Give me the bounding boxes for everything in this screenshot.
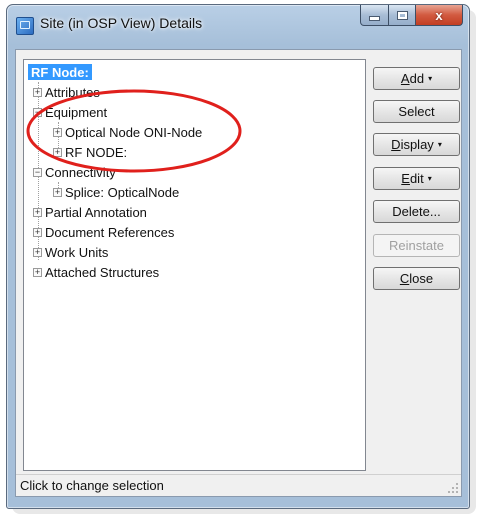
select-button[interactable]: Select [373, 100, 460, 123]
expand-icon[interactable]: + [53, 147, 62, 157]
dropdown-caret-icon: ▾ [428, 74, 433, 83]
collapse-icon[interactable]: − [33, 107, 42, 117]
tree-item-document-references[interactable]: + Document References [33, 224, 174, 240]
close-button[interactable]: Close [373, 267, 460, 290]
delete-button[interactable]: Delete... [373, 200, 460, 223]
close-icon: x [435, 7, 443, 23]
expand-icon[interactable]: + [33, 267, 42, 277]
tree-item-label: Attributes [45, 84, 100, 100]
dropdown-caret-icon: ▾ [427, 174, 432, 183]
tree-item-work-units[interactable]: + Work Units [33, 244, 108, 260]
tree-item-attached-structures[interactable]: + Attached Structures [33, 264, 159, 280]
expand-icon[interactable]: + [33, 87, 42, 97]
maximize-icon [396, 10, 408, 20]
tree-item-label: Connectivity [45, 164, 116, 180]
expand-icon[interactable]: + [33, 207, 42, 217]
collapse-icon[interactable]: − [33, 167, 42, 177]
minimize-icon [369, 15, 380, 21]
edit-button-label: Edit [401, 171, 424, 186]
close-button-label: Close [399, 271, 434, 286]
display-button[interactable]: Display ▾ [373, 133, 460, 156]
tree-item-splice[interactable]: + Splice: OpticalNode [53, 184, 179, 200]
tree-item-label: Splice: OpticalNode [65, 184, 180, 200]
add-button-label: Add [400, 71, 425, 86]
add-button[interactable]: Add ▾ [373, 67, 460, 90]
minimize-button[interactable] [360, 5, 389, 26]
maximize-button[interactable] [389, 5, 416, 26]
tree-item-partial-annotation[interactable]: + Partial Annotation [33, 204, 147, 220]
tree-item-rf-node[interactable]: + RF NODE: [53, 144, 127, 160]
app-icon[interactable] [16, 17, 34, 35]
resize-grip-icon[interactable] [447, 482, 459, 494]
dialog-window: Site (in OSP View) Details x RF Node: + [6, 4, 470, 509]
tree-item-connectivity[interactable]: − Connectivity [33, 164, 116, 180]
tree-item-attributes[interactable]: + Attributes [33, 84, 100, 100]
tree-item-label: Equipment [45, 104, 108, 120]
reinstate-button[interactable]: Reinstate [373, 234, 460, 257]
select-button-label: Select [398, 104, 435, 119]
dialog-client-area: RF Node: + Attributes − Equipment + Opti… [15, 49, 462, 497]
tree-item-label: Document References [45, 224, 175, 240]
tree-root-label: RF Node: [28, 64, 92, 80]
tree-view[interactable]: RF Node: + Attributes − Equipment + Opti… [23, 59, 366, 471]
display-button-label: Display [391, 137, 434, 152]
edit-button[interactable]: Edit ▾ [373, 167, 460, 190]
delete-button-label: Delete... [392, 204, 441, 219]
dropdown-caret-icon: ▾ [437, 140, 442, 149]
title-bar[interactable]: Site (in OSP View) Details x [7, 5, 469, 49]
reinstate-button-label: Reinstate [389, 238, 444, 253]
expand-icon[interactable]: + [53, 187, 62, 197]
expand-icon[interactable]: + [33, 247, 42, 257]
status-bar: Click to change selection [16, 474, 461, 496]
tree-item-label: Optical Node ONI-Node [65, 124, 203, 140]
expand-icon[interactable]: + [53, 127, 62, 137]
caption-buttons: x [360, 5, 463, 27]
expand-icon[interactable]: + [33, 227, 42, 237]
close-window-button[interactable]: x [416, 5, 463, 26]
tree-item-label: Partial Annotation [45, 204, 147, 220]
tree-item-equipment[interactable]: − Equipment [33, 104, 107, 120]
tree-item-label: RF NODE: [65, 144, 128, 160]
status-text: Click to change selection [20, 478, 164, 493]
tree-root-node[interactable]: RF Node: [28, 64, 92, 80]
tree-item-optical-node[interactable]: + Optical Node ONI-Node [53, 124, 202, 140]
tree-item-label: Work Units [45, 244, 109, 260]
tree-item-label: Attached Structures [45, 264, 160, 280]
window-title: Site (in OSP View) Details [40, 15, 203, 31]
